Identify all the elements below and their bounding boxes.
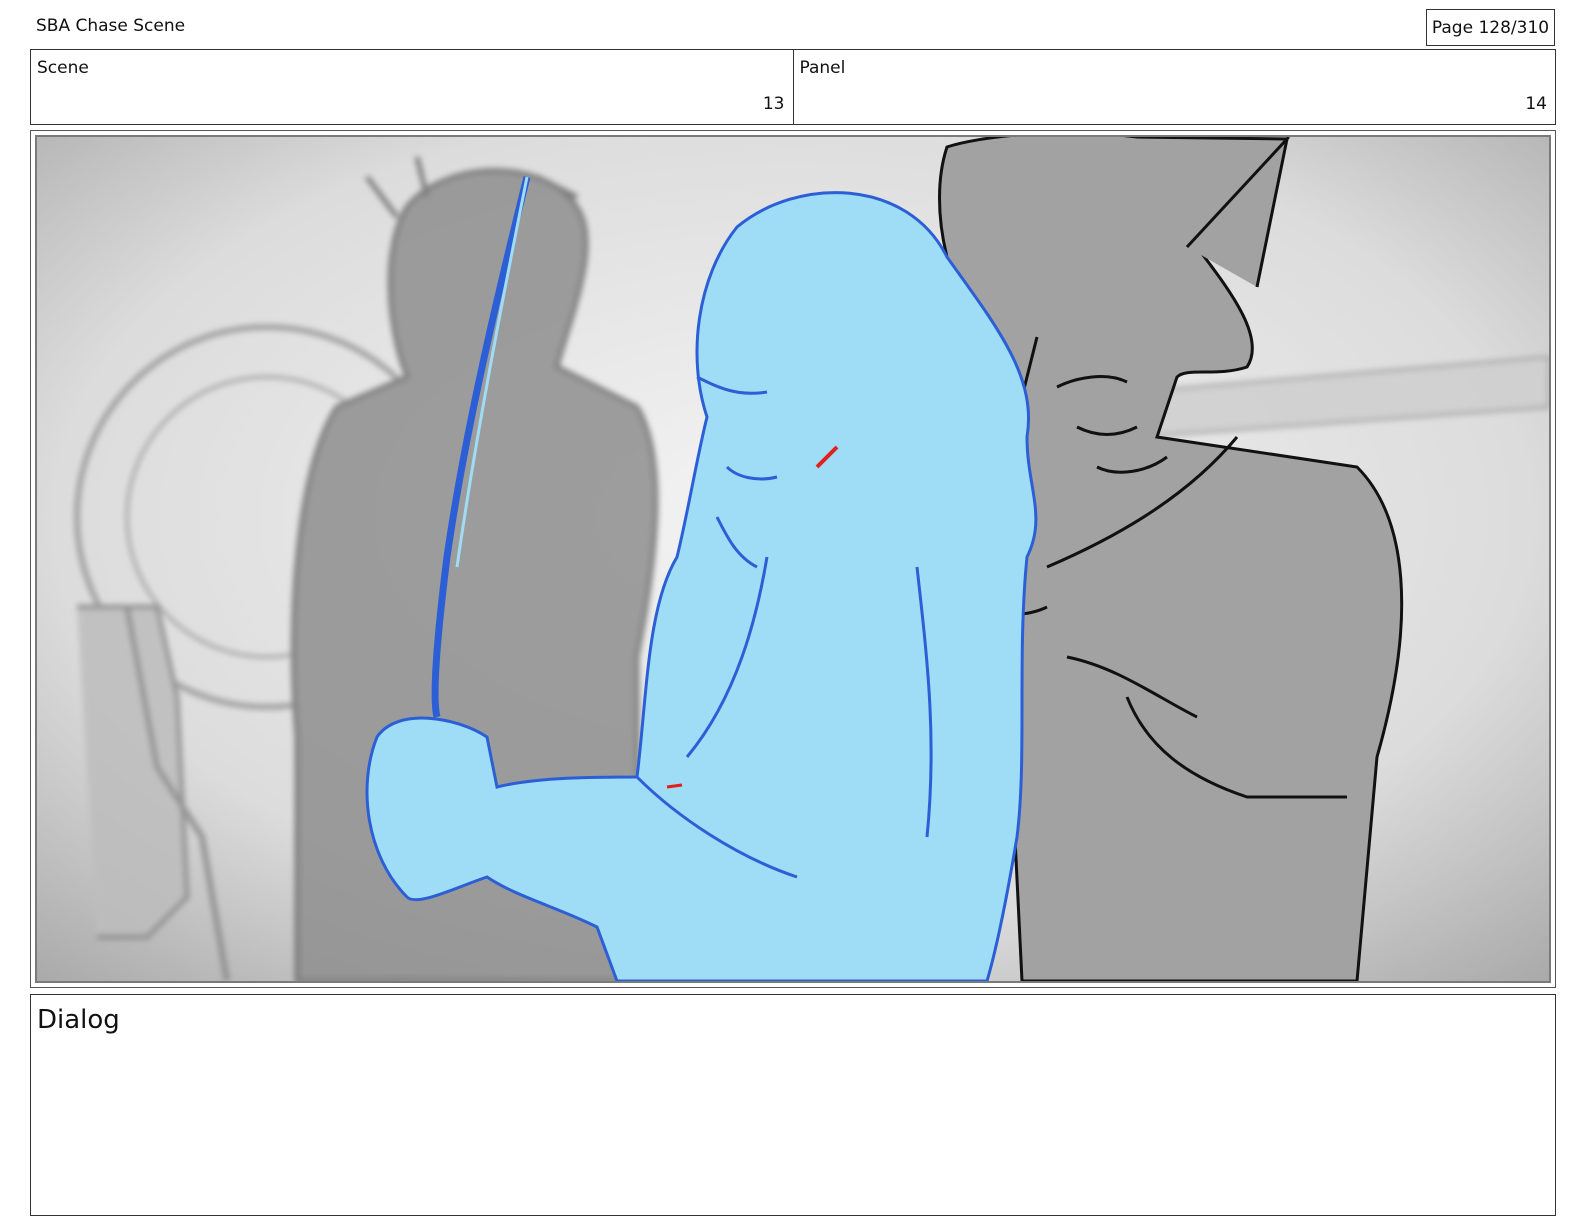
panel-number: 14	[1525, 94, 1547, 114]
panel-label: Panel	[799, 58, 846, 78]
scene-panel-row: Scene 13 Panel 14	[30, 49, 1556, 125]
storyboard-panel-image	[35, 135, 1551, 983]
scene-label: Scene	[37, 58, 89, 78]
scene-cell: Scene 13	[31, 50, 793, 124]
dialog-label: Dialog	[37, 1005, 120, 1035]
scene-number: 13	[762, 94, 785, 114]
page-number: Page 128/310	[1426, 9, 1555, 46]
document-title: SBA Chase Scene	[36, 16, 186, 36]
panel-cell: Panel 14	[792, 50, 1556, 124]
dialog-box: Dialog	[30, 994, 1556, 1216]
